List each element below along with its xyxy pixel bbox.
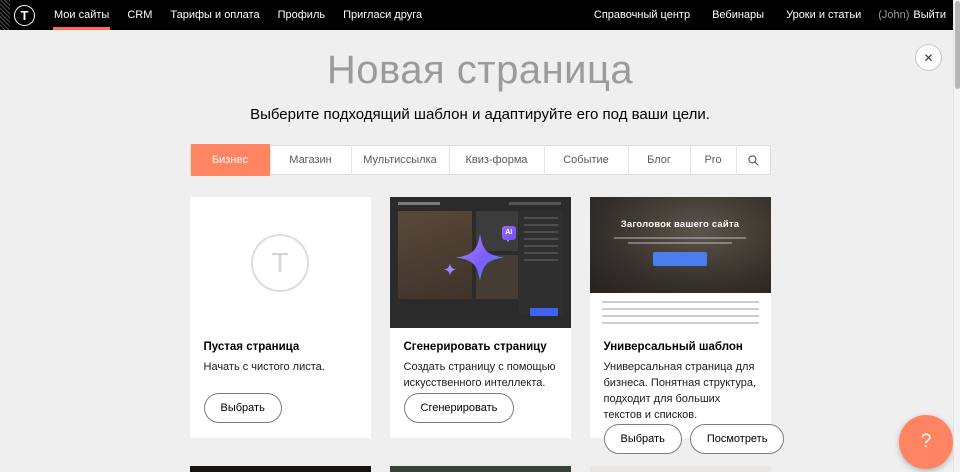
preview-cta-button (653, 252, 707, 266)
card-title: Универсальный шаблон (604, 341, 757, 353)
nav-help-center[interactable]: Справочный центр (583, 0, 701, 30)
preview-header-line (398, 202, 440, 205)
preview-hero-heading: Заголовок вашего сайта (621, 219, 740, 230)
generate-button[interactable]: Сгенерировать (404, 393, 515, 423)
tab-multilink[interactable]: Мультиссылка (351, 146, 449, 174)
choose-universal-button[interactable]: Выбрать (604, 424, 682, 454)
question-icon: ? (921, 431, 932, 453)
preview-text-section (590, 293, 771, 328)
page-subtitle: Выберите подходящий шаблон и адаптируйте… (0, 106, 960, 123)
nav-lessons[interactable]: Уроки и статьи (775, 0, 872, 30)
card-description: Создать страницу с помощью искусственног… (404, 360, 557, 392)
preview-sidebar-block (519, 211, 563, 315)
account-name: (John) (878, 0, 909, 30)
tab-shop[interactable]: Магазин (270, 146, 351, 174)
ai-template-preview: AI (390, 197, 571, 328)
preview-text-lines (524, 217, 558, 263)
nav-webinars[interactable]: Вебинары (701, 0, 775, 30)
preview-caption-line (628, 242, 732, 244)
nav-my-sites[interactable]: Мои сайты (45, 0, 118, 30)
preview-header-line (509, 202, 561, 205)
blank-template-preview: T (190, 197, 371, 328)
scrollbar-track[interactable] (953, 0, 960, 472)
nav-crm[interactable]: CRM (118, 0, 161, 30)
topbar: T Мои сайты CRM Тарифы и оплата Профиль … (0, 0, 960, 30)
template-card-universal: Заголовок вашего сайта Универсальный шаб… (590, 197, 771, 438)
account-area: (John) Выйти (872, 0, 946, 30)
template-card-partial[interactable] (390, 466, 571, 472)
secondary-nav: Справочный центр Вебинары Уроки и статьи… (583, 0, 946, 30)
template-card-ai-generate: AI Сгенерировать страницу Создать страни… (390, 197, 571, 438)
ai-badge: AI (502, 226, 516, 240)
nav-invite-friend[interactable]: Пригласи друга (334, 0, 431, 30)
tab-search[interactable] (736, 146, 770, 174)
tab-blog[interactable]: Блог (628, 146, 690, 174)
tab-quiz-form[interactable]: Квиз-форма (449, 146, 544, 174)
universal-template-preview: Заголовок вашего сайта (590, 197, 771, 328)
template-category-tabs: Бизнес Магазин Мультиссылка Квиз-форма С… (190, 145, 771, 175)
preview-hero-section: Заголовок вашего сайта (590, 197, 771, 293)
template-cards-row-2 (190, 466, 771, 472)
close-icon: ✕ (923, 51, 933, 65)
template-card-partial[interactable] (190, 466, 371, 472)
preview-text-lines (602, 301, 759, 325)
template-card-blank: T Пустая страница Начать с чистого листа… (190, 197, 371, 438)
close-button[interactable]: ✕ (915, 44, 942, 71)
logout-link[interactable]: Выйти (913, 0, 946, 30)
preview-universal-button[interactable]: Посмотреть (690, 424, 785, 454)
card-title: Пустая страница (204, 341, 357, 353)
search-icon (747, 154, 760, 167)
tilda-watermark-icon: T (251, 234, 309, 292)
preview-blue-button (530, 308, 558, 316)
template-cards-row: T Пустая страница Начать с чистого листа… (190, 197, 771, 438)
tab-event[interactable]: Событие (544, 146, 628, 174)
card-description: Универсальная страница для бизнеса. Поня… (604, 360, 757, 424)
window-edge-texture (0, 0, 10, 30)
card-description: Начать с чистого листа. (204, 360, 357, 376)
help-button[interactable]: ? (899, 415, 953, 469)
scrollbar-thumb[interactable] (955, 1, 960, 89)
tab-business[interactable]: Бизнес (191, 144, 270, 176)
choose-blank-button[interactable]: Выбрать (204, 393, 282, 423)
nav-profile[interactable]: Профиль (269, 0, 335, 30)
card-title: Сгенерировать страницу (404, 341, 557, 353)
preview-caption-line (614, 237, 746, 239)
template-card-partial[interactable] (590, 466, 771, 472)
main-nav: Мои сайты CRM Тарифы и оплата Профиль Пр… (45, 0, 431, 30)
tab-pro[interactable]: Pro (690, 146, 736, 174)
page-title: Новая страница (0, 50, 960, 90)
tilda-logo[interactable]: T (14, 5, 35, 26)
nav-tariffs[interactable]: Тарифы и оплата (161, 0, 268, 30)
